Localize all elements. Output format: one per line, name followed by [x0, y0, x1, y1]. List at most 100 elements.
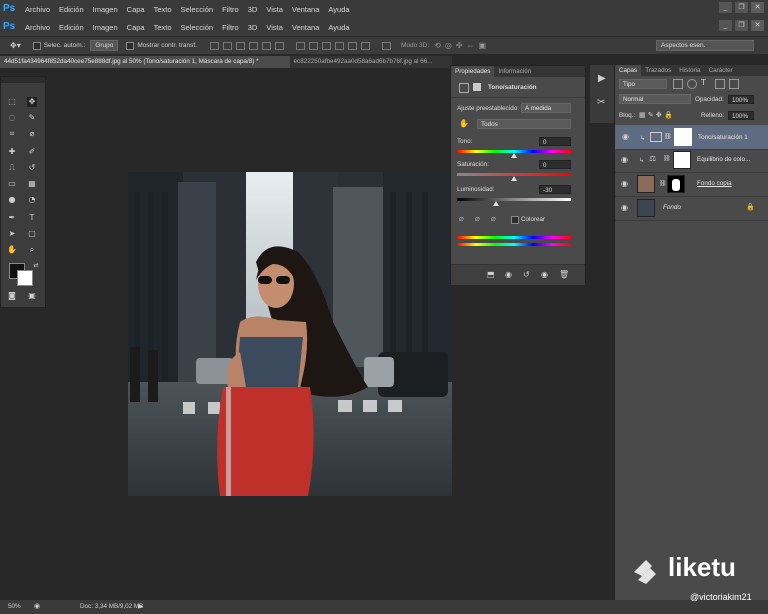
hand-tool-icon[interactable]: ✋ — [7, 245, 17, 255]
tab-document-2[interactable]: ec822250afbe492aa0d58a6ad6b7b76f.jpg al … — [289, 56, 452, 68]
layer-mask-thumbnail[interactable] — [674, 128, 692, 146]
minimize-button[interactable]: _ — [719, 20, 732, 31]
move-tool-icon[interactable]: ✥ — [27, 97, 37, 107]
menu-filtro[interactable]: Filtro — [222, 5, 239, 14]
status-info-icon[interactable]: ◉ — [34, 602, 40, 610]
distribute-left-icon[interactable] — [334, 41, 344, 50]
eyedropper-icon[interactable]: ⌀ — [459, 214, 464, 223]
gradient-tool-icon[interactable]: ▦ — [27, 179, 37, 189]
menu-vista[interactable]: Vista — [266, 5, 283, 14]
layer-mask-thumbnail[interactable] — [667, 175, 685, 193]
align-center-icon[interactable] — [261, 41, 271, 50]
filter-pixel-icon[interactable] — [673, 79, 683, 89]
align-left-icon[interactable] — [248, 41, 258, 50]
align-right-icon[interactable] — [274, 41, 284, 50]
saturation-slider-knob[interactable] — [511, 176, 517, 181]
marquee-tool-icon[interactable]: ⬚ — [7, 97, 17, 107]
close-button[interactable]: ✕ — [751, 20, 764, 31]
menu-filtro[interactable]: Filtro — [222, 23, 239, 32]
menu-3d[interactable]: 3D — [248, 23, 258, 32]
hue-slider-knob[interactable] — [511, 153, 517, 158]
shape-tool-icon[interactable]: ▢ — [27, 229, 37, 239]
eye-icon[interactable]: ◉ — [621, 203, 628, 212]
menu-archivo[interactable]: Archivo — [25, 23, 50, 32]
rotate-3d-icon[interactable]: ⟲ — [434, 41, 441, 50]
zoom-tool-icon[interactable]: ⌕ — [27, 245, 37, 255]
clone-stamp-tool-icon[interactable]: ⎍ — [7, 163, 17, 173]
status-arrow-icon[interactable]: ▶ — [138, 603, 143, 610]
brush-tool-icon[interactable]: ✐ — [27, 147, 37, 157]
crop-tool-icon[interactable]: ⌗ — [7, 129, 17, 139]
align-middle-icon[interactable] — [222, 41, 232, 50]
layer-row-background-copy[interactable]: ◉ ⛓ Fondo copia — [615, 173, 768, 197]
roll-3d-icon[interactable]: ◎ — [445, 41, 452, 50]
view-previous-icon[interactable]: ◉ — [505, 270, 512, 279]
menu-edicion[interactable]: Edición — [59, 5, 84, 14]
swap-colors-icon[interactable]: ⇄ — [31, 261, 41, 271]
background-color-swatch[interactable] — [17, 270, 33, 286]
align-bottom-icon[interactable] — [235, 41, 245, 50]
tab-history[interactable]: Historia — [675, 65, 704, 76]
mask-icon[interactable] — [473, 83, 481, 91]
show-transform-checkbox[interactable] — [126, 41, 135, 50]
pan-3d-icon[interactable]: ✣ — [456, 41, 463, 50]
menu-ventana[interactable]: Ventana — [292, 5, 320, 14]
lock-icons[interactable]: ▦ ✎ ✥ 🔒 — [639, 111, 673, 119]
distribute-center-icon[interactable] — [347, 41, 357, 50]
path-select-tool-icon[interactable]: ➤ — [7, 229, 17, 239]
tab-character[interactable]: Carácter — [705, 65, 737, 76]
menu-ayuda[interactable]: Ayuda — [328, 23, 349, 32]
play-icon[interactable]: ▶ — [598, 73, 606, 84]
opacity-input[interactable]: 100% — [728, 95, 754, 104]
toolbox-header[interactable] — [1, 77, 45, 83]
eyedropper-plus-icon[interactable]: ⌀ — [475, 214, 480, 223]
eraser-tool-icon[interactable]: ▭ — [7, 179, 17, 189]
lasso-tool-icon[interactable]: ◌ — [7, 113, 17, 123]
healing-tool-icon[interactable]: ✚ — [7, 147, 17, 157]
tab-properties[interactable]: Propiedades — [451, 66, 495, 77]
menu-texto[interactable]: Texto — [154, 5, 172, 14]
document-canvas[interactable] — [128, 172, 452, 496]
layer-thumbnail[interactable] — [637, 199, 655, 217]
auto-select-dropdown[interactable]: Grupo — [90, 40, 119, 51]
close-button[interactable]: ✕ — [751, 2, 764, 13]
lightness-input[interactable]: -30 — [539, 185, 571, 194]
menu-capa[interactable]: Capa — [127, 5, 145, 14]
eye-icon[interactable]: ◉ — [621, 179, 628, 188]
auto-select-checkbox[interactable] — [32, 41, 41, 50]
filter-shape-icon[interactable] — [715, 79, 725, 89]
tab-paths[interactable]: Trazados — [641, 65, 675, 76]
scale-3d-icon[interactable]: ▣ — [479, 41, 487, 50]
history-brush-tool-icon[interactable]: ↺ — [27, 163, 37, 173]
menu-3d[interactable]: 3D — [248, 5, 258, 14]
workspace-dropdown[interactable]: Aspectos esen. — [656, 40, 754, 51]
distribute-bottom-icon[interactable] — [321, 41, 331, 50]
target-adjust-icon[interactable]: ✋ — [459, 119, 469, 128]
saturation-input[interactable]: 0 — [539, 160, 571, 169]
filter-adjustment-icon[interactable] — [687, 79, 697, 89]
tools-icon[interactable]: ✂ — [597, 97, 605, 108]
layer-row-color-balance[interactable]: ◉ ↳ ⚖ ⛓ Equilibrio de colo... — [615, 149, 768, 173]
align-top-icon[interactable] — [209, 41, 219, 50]
pen-tool-icon[interactable]: ✒ — [7, 213, 17, 223]
eyedropper-tool-icon[interactable]: ⌀ — [27, 129, 37, 139]
distribute-middle-icon[interactable] — [308, 41, 318, 50]
restore-button[interactable]: ❐ — [735, 2, 748, 13]
clip-to-layer-icon[interactable]: ⬒ — [487, 270, 495, 279]
layer-mask-thumbnail[interactable] — [673, 151, 691, 169]
menu-ayuda[interactable]: Ayuda — [328, 5, 349, 14]
hue-input[interactable]: 0 — [539, 137, 571, 146]
filter-smart-object-icon[interactable] — [729, 79, 739, 89]
delete-icon[interactable]: 🗑 — [559, 270, 569, 279]
layer-row-hue-saturation[interactable]: ◉ ↳ ⛓ Tono/saturación 1 — [615, 125, 768, 150]
channel-dropdown[interactable]: Todos — [477, 119, 571, 129]
eye-icon[interactable]: ◉ — [622, 132, 629, 141]
eye-icon[interactable]: ◉ — [621, 155, 628, 164]
visibility-icon[interactable]: ◉ — [541, 270, 548, 279]
preset-dropdown[interactable]: A medida — [521, 103, 571, 113]
slide-3d-icon[interactable]: ⇔ — [467, 41, 475, 50]
menu-seleccion[interactable]: Selección — [181, 5, 214, 14]
distribute-right-icon[interactable] — [360, 41, 370, 50]
move-tool-icon[interactable]: ✥▾ — [10, 41, 21, 50]
menu-edicion[interactable]: Edición — [59, 23, 84, 32]
